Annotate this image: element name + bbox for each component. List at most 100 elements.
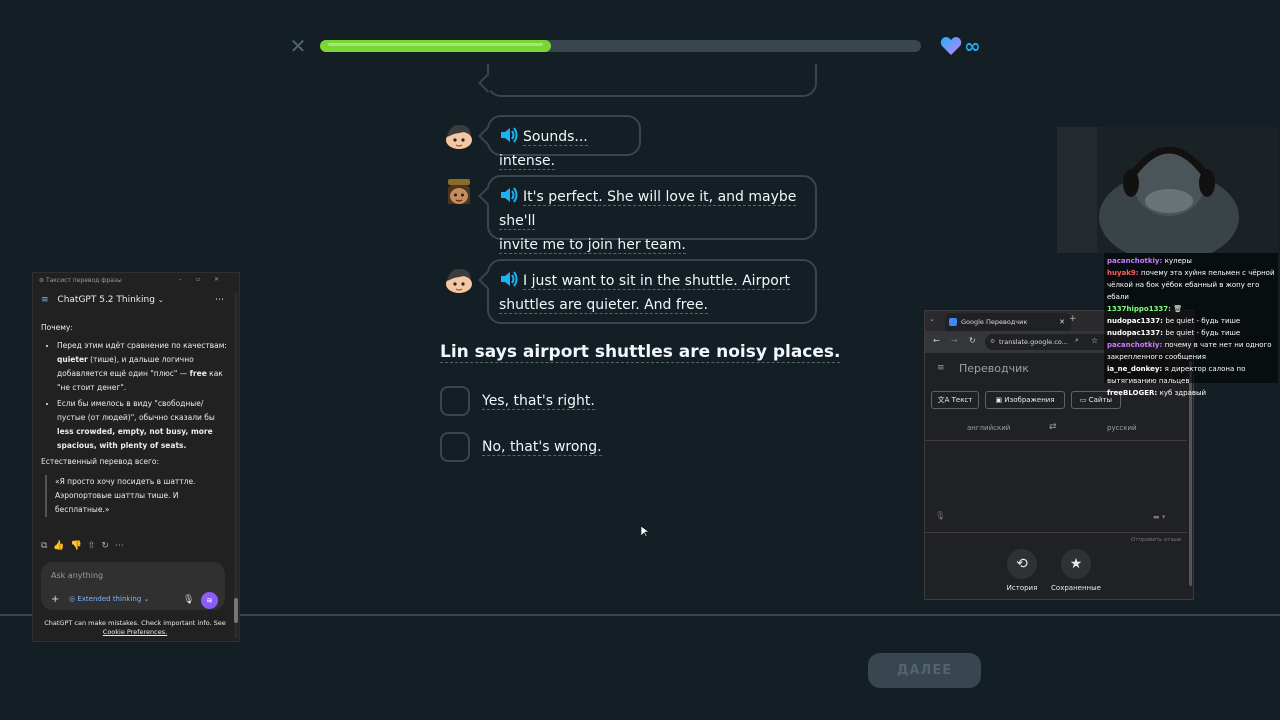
window-controls-icon[interactable]: –▫✕ xyxy=(179,276,233,283)
next-button[interactable]: ДАЛЕЕ xyxy=(868,653,981,688)
chevron-down-icon[interactable]: ⌄ xyxy=(158,296,164,304)
speaker-icon[interactable] xyxy=(499,270,519,288)
chatgpt-composer[interactable]: Ask anything + ◎ Extended thinking ⌄ 🎙 ≋ xyxy=(41,562,225,610)
stream-chat-message: pacanchotkiy: кулеры xyxy=(1107,255,1275,267)
stream-chat-text: куб здравый xyxy=(1159,389,1207,397)
chatgpt-disclaimer: ChatGPT can make mistakes. Check importa… xyxy=(37,619,233,637)
chat-bubble-3: I just want to sit in the shuttle. Airpo… xyxy=(487,259,817,324)
question-prompt: Lin says airport shuttles are noisy plac… xyxy=(440,342,841,363)
forward-icon[interactable]: → xyxy=(951,336,958,345)
stream-chat-text: be quiet - будь тише xyxy=(1165,317,1241,325)
speaker-icon[interactable] xyxy=(499,186,519,204)
site-info-icon: ⚙ xyxy=(990,338,996,345)
option-yes-label[interactable]: Yes, that's right. xyxy=(482,393,595,410)
search-icon[interactable]: ⌕ xyxy=(1075,336,1079,345)
progress-fill xyxy=(320,40,552,52)
tab-list-icon[interactable]: ⌄ xyxy=(929,315,941,327)
stream-chat-username[interactable]: 1337hippo1337: xyxy=(1107,305,1173,313)
plus-icon[interactable]: + xyxy=(51,594,59,605)
model-name[interactable]: ChatGPT 5.2 Thinking xyxy=(57,295,155,305)
menu-icon[interactable]: ≡ xyxy=(937,363,945,373)
lives-counter: ∞ xyxy=(964,34,981,58)
back-icon[interactable]: ← xyxy=(933,336,940,345)
webcam-overlay xyxy=(1057,127,1279,253)
ben-avatar xyxy=(446,124,472,149)
more-icon[interactable]: ⋯ xyxy=(215,295,224,305)
keyboard-icon[interactable]: ▬ ▾ xyxy=(1153,513,1165,521)
stream-chat-username[interactable]: huyak9: xyxy=(1107,269,1141,277)
chatgpt-window: ⊛ Таксист перевод фразы –▫✕ ≡ ChatGPT 5.… xyxy=(32,272,240,642)
stream-chat-message: 1337hippo1337: 🗑 xyxy=(1107,303,1275,315)
response-quote: «Я просто хочу посидеть в шаттле. Аэропо… xyxy=(45,475,227,517)
close-icon[interactable]: ✕ xyxy=(288,36,308,56)
mode-images-button[interactable]: ▣ Изображения xyxy=(985,391,1065,409)
stream-chat-username[interactable]: pacanchotkiy: xyxy=(1107,257,1165,265)
mode-text-button[interactable]: 文A Текст xyxy=(931,391,979,409)
stream-chat-text: 🗑 xyxy=(1173,305,1183,313)
chatgpt-window-title: Таксист перевод фразы xyxy=(45,277,122,284)
stream-chat-text: be quiet - будь тише xyxy=(1165,329,1241,337)
stream-chat-message: huyak9: почему эта хуйня пельмен с чёрно… xyxy=(1107,267,1275,303)
microphone-icon[interactable]: 🎙 xyxy=(935,511,945,520)
swap-languages-icon[interactable]: ⇄ xyxy=(1049,422,1057,432)
translate-favicon-icon xyxy=(949,318,957,326)
tab-google-translate[interactable]: Google Переводчик ✕ xyxy=(945,313,1071,331)
stream-chat-message: freeBLOGER: куб здравый xyxy=(1107,387,1275,399)
history-icon[interactable]: ⟲ xyxy=(1007,549,1037,579)
chat-bubble-1: Sounds... intense. xyxy=(487,115,641,170)
source-text-area[interactable]: 🎙 ▬ ▾ xyxy=(925,443,1187,533)
cookie-preferences-link[interactable]: Cookie Preferences. xyxy=(37,628,233,637)
lin-avatar xyxy=(448,179,470,204)
history-label[interactable]: История xyxy=(1001,584,1043,592)
chatgpt-app-icon: ⊛ xyxy=(39,277,45,284)
lesson-progress-bar xyxy=(320,40,921,52)
stream-chat-username[interactable]: nudopac1337: xyxy=(1107,317,1165,325)
sidebar-toggle-icon[interactable]: ≡ xyxy=(41,295,49,305)
speaker-icon[interactable] xyxy=(499,126,519,144)
chat-text-2b[interactable]: invite me to join her team. xyxy=(499,237,686,254)
option-no-checkbox[interactable] xyxy=(440,432,470,462)
close-tab-icon[interactable]: ✕ xyxy=(1059,313,1065,331)
send-feedback-link[interactable]: Отправить отзыв xyxy=(1131,537,1181,543)
option-yes-checkbox[interactable] xyxy=(440,386,470,416)
stream-chat-username[interactable]: ia_ne_donkey: xyxy=(1107,365,1165,373)
stream-chat-message: nudopac1337: be quiet - будь тише xyxy=(1107,315,1275,327)
new-tab-icon[interactable]: + xyxy=(1069,314,1077,324)
stream-chat-text: кулеры xyxy=(1164,257,1192,265)
stream-chat-message: pacanchotkiy: почему в чате нет ни одног… xyxy=(1107,339,1275,363)
bookmark-star-icon[interactable]: ☆ xyxy=(1091,336,1098,345)
saved-label[interactable]: Сохраненные xyxy=(1051,584,1101,592)
heart-icon xyxy=(940,37,962,55)
composer-input[interactable]: Ask anything xyxy=(51,571,103,580)
response-actions[interactable]: ⧉👍👎⇧↻⋯ xyxy=(41,541,130,551)
response-natural-label: Естественный перевод всего: xyxy=(41,457,160,466)
chat-text-3a[interactable]: I just want to sit in the shuttle. Airpo… xyxy=(523,273,791,290)
stream-chat-message: nudopac1337: be quiet - будь тише xyxy=(1107,327,1275,339)
voice-mode-button[interactable]: ≋ xyxy=(201,592,218,609)
progress-shine xyxy=(328,43,544,46)
chatgpt-scrollbar[interactable] xyxy=(234,293,238,638)
stream-chat-username[interactable]: nudopac1337: xyxy=(1107,329,1165,337)
target-language[interactable]: русский xyxy=(1107,424,1137,432)
translate-app-title: Переводчик xyxy=(959,362,1029,375)
extended-thinking-toggle[interactable]: ◎ Extended thinking ⌄ xyxy=(69,595,149,603)
chatgpt-response: Почему: Перед этим идёт сравнение по кач… xyxy=(41,321,227,517)
chatgpt-model-selector[interactable]: ≡ ChatGPT 5.2 Thinking ⌄ ⋯ xyxy=(41,295,224,305)
response-bullet-2: Если бы имелось в виду "свободные/пустые… xyxy=(57,397,227,453)
saved-star-icon[interactable]: ★ xyxy=(1061,549,1091,579)
stream-chat-username[interactable]: freeBLOGER: xyxy=(1107,389,1160,397)
translate-text-icon: 文A xyxy=(937,396,952,404)
chat-text-3b[interactable]: shuttles are quieter. And free. xyxy=(499,297,708,314)
website-icon: ▭ xyxy=(1079,396,1089,404)
microphone-icon[interactable]: 🎙 xyxy=(183,595,194,605)
mouse-cursor-icon xyxy=(641,526,649,538)
chat-text-2a[interactable]: It's perfect. She will love it, and mayb… xyxy=(499,189,797,230)
reload-icon[interactable]: ↻ xyxy=(969,336,976,345)
response-intro: Почему: xyxy=(41,323,73,332)
source-language[interactable]: английский xyxy=(967,424,1010,432)
stream-chat-username[interactable]: pacanchotkiy: xyxy=(1107,341,1165,349)
image-icon: ▣ xyxy=(995,396,1005,404)
previous-message-bubble xyxy=(487,64,817,97)
stream-chat-message: ia_ne_donkey: я директор салона по вытяг… xyxy=(1107,363,1275,387)
option-no-label[interactable]: No, that's wrong. xyxy=(482,439,602,456)
